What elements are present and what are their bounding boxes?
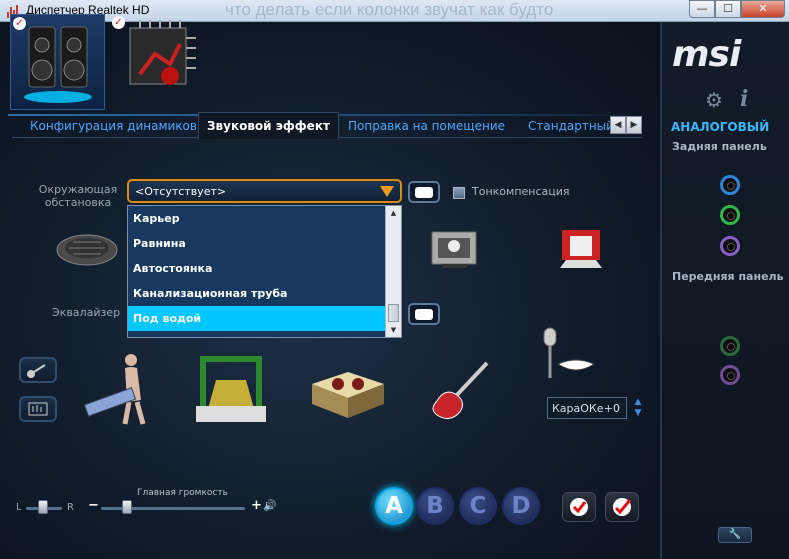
environment-label: Окружающая обстановка [38,183,118,209]
tab-room-correction[interactable]: Поправка на помещение [348,119,505,133]
environment-option-underwater[interactable]: Под водой [128,306,386,331]
apply-all-button[interactable] [605,492,639,522]
volume-minus-icon: − [88,498,99,513]
front-jack-green[interactable] [720,336,740,356]
speakers-icon [24,26,92,103]
dropdown-arrow-icon [380,186,394,197]
preset-d-button[interactable]: D [502,487,540,525]
background-text: что делать если колонки звучат как будто [225,0,554,19]
gear-icon[interactable]: ⚙ [705,88,723,112]
karaoke-up-icon[interactable]: ▲ [633,397,643,407]
karaoke-label: КараОКе [552,402,604,415]
volume-plus-icon: + [251,498,262,513]
maximize-button[interactable]: ☐ [715,0,741,18]
balance-right-label: R [67,502,74,513]
loudness-checkbox[interactable] [453,187,465,199]
msi-logo: msi [672,34,741,75]
equalizer-label: Эквалайзер [52,306,121,319]
preset-b-button[interactable]: B [416,487,454,525]
apply-button[interactable] [562,492,596,522]
scroll-up-icon[interactable]: ▲ [386,206,401,220]
environment-selected-value: <Отсутствует> [135,185,227,198]
close-button[interactable]: ✕ [741,0,785,18]
device-speakers[interactable]: ✓ [10,14,105,110]
check-icon: ✓ [112,16,125,29]
tab-bar: Конфигурация динамиков Звуковой эффект П… [12,112,642,139]
dropdown-scrollbar[interactable]: ▲ ▼ [385,206,401,337]
speaker-icon[interactable]: 🔊 [263,499,277,512]
equalizer-grid-icon [28,402,48,416]
tab-sound-effect[interactable]: Звуковой эффект [198,112,339,139]
environment-toggle[interactable] [408,181,440,203]
rear-panel-label: Задняя панель [672,140,767,153]
karaoke-field[interactable]: КараОКе +0 [547,397,627,419]
stage-icon [560,230,602,268]
tab-scroll-right-icon[interactable]: ▶ [626,116,642,134]
loudness-label: Тонкомпенсация [472,185,570,198]
rear-jack-purple[interactable] [720,236,740,256]
guitar-small-icon [27,364,46,378]
analog-mode-label: АНАЛОГОВЫЙ [671,120,770,134]
balance-left-label: L [16,502,22,513]
rear-jack-blue[interactable] [720,175,740,195]
karaoke-mic-icon [543,327,596,378]
environment-dropdown-list: Карьер Равнина Автостоянка Канализационн… [127,205,402,338]
front-jack-purple[interactable] [720,365,740,385]
environment-option-sewer-pipe[interactable]: Канализационная труба [128,281,386,306]
sewer-pipe-icon [56,234,118,266]
scroll-thumb[interactable] [388,304,399,322]
preset-c-button[interactable]: C [459,487,497,525]
environment-option-plain[interactable]: Равнина [128,231,386,256]
front-panel-label: Передняя панель [672,270,784,283]
check-icon: ✓ [13,17,26,30]
info-icon[interactable]: i [740,86,748,112]
double-check-icon [613,498,632,516]
electric-guitar-icon [432,361,489,419]
jazz-club-icon [312,372,384,418]
tab-speaker-config[interactable]: Конфигурация динамиков [30,119,197,133]
checkmark-icon [570,498,588,516]
concert-icon [196,356,266,422]
karaoke-value: +0 [603,402,620,415]
scroll-down-icon[interactable]: ▼ [386,323,401,337]
equalizer-toggle[interactable] [408,303,440,325]
guitar-view-button[interactable] [19,357,57,383]
environment-option-parking[interactable]: Автостоянка [128,256,386,281]
keyboard-player-icon [83,354,146,425]
right-panel [660,22,789,559]
rear-jack-green[interactable] [720,205,740,225]
environment-select[interactable]: <Отсутствует> [127,179,402,203]
minimize-button[interactable]: — [689,0,715,18]
balance-thumb[interactable] [38,500,48,514]
environment-option-quarry[interactable]: Карьер [128,206,386,231]
main-volume-label: Главная громкость [137,488,228,498]
karaoke-down-icon[interactable]: ▼ [633,408,643,418]
main-volume-thumb[interactable] [121,500,132,514]
equalizer-view-button[interactable] [19,396,57,422]
tab-scroll-left-icon[interactable]: ◀ [610,116,626,134]
wrench-icon[interactable]: 🔧 [718,527,752,543]
preset-a-button[interactable]: A [375,487,413,525]
room-icon [431,231,477,268]
digital-chip-icon [129,20,196,85]
device-digital[interactable]: ✓ [110,14,205,110]
tab-standard-format[interactable]: Стандартный ф [528,119,620,133]
